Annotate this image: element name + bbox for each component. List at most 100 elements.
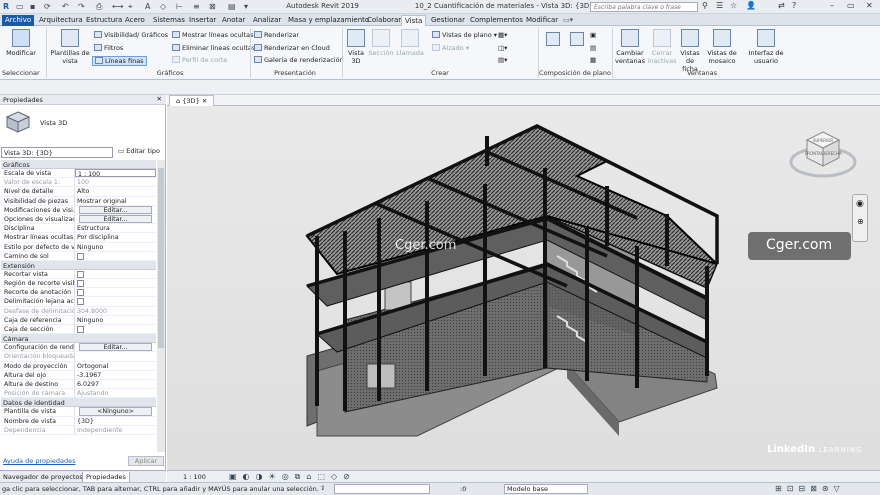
property-value[interactable]: Ninguno — [75, 243, 156, 251]
section-button[interactable]: Sección — [368, 29, 394, 57]
titleblock-icon[interactable] — [568, 32, 586, 48]
user-interface-button[interactable]: Interfaz de usuario — [748, 29, 784, 65]
callout-button[interactable]: Llamada — [396, 29, 424, 57]
exchange-icon[interactable]: ⇄ — [778, 1, 785, 10]
property-section-header[interactable]: Datos de identidad — [1, 398, 156, 408]
3d-view-button[interactable]: Vista 3D — [344, 29, 368, 65]
property-value[interactable]: 6.0297 — [75, 380, 156, 388]
property-value[interactable]: Ortogonal — [75, 362, 156, 370]
property-checkbox[interactable] — [75, 288, 156, 297]
show-hidden-lines-button[interactable]: Mostrar líneas ocultas — [172, 31, 253, 39]
zoom-icon[interactable]: ⊕ — [857, 217, 864, 226]
design-option-dropdown[interactable]: Modelo base — [504, 484, 588, 494]
property-value[interactable]: Por disciplina — [75, 233, 156, 241]
checkbox-icon[interactable] — [77, 326, 84, 333]
sheet-tools-3-icon[interactable]: ▦ — [590, 56, 596, 64]
minimize-icon[interactable]: – — [830, 1, 834, 10]
property-section-header[interactable]: Extensión — [1, 260, 156, 270]
tab-project-browser[interactable]: Navegador de proyectos... — [0, 472, 92, 482]
edit-type-button[interactable]: ▭ Editar tipo — [118, 147, 164, 158]
sheet-tools-2-icon[interactable]: ▤ — [590, 44, 596, 52]
property-checkbox[interactable] — [75, 297, 156, 306]
scrollbar-thumb[interactable] — [158, 168, 164, 348]
property-value[interactable]: Alto — [75, 187, 156, 195]
user-icon[interactable]: 👤 — [746, 1, 756, 10]
property-value[interactable]: {3D} — [75, 417, 156, 425]
maximize-icon[interactable]: ▭ — [847, 1, 855, 10]
apply-button[interactable]: Aplicar — [128, 456, 164, 466]
tab-modificar[interactable]: Modificar — [523, 15, 561, 26]
sheet-icon[interactable] — [544, 32, 562, 48]
tab-gestionar[interactable]: Gestionar — [428, 15, 468, 26]
star-icon[interactable]: ☆ — [730, 1, 737, 10]
property-section-header[interactable]: Gráficos — [1, 160, 156, 169]
properties-help-link[interactable]: Ayuda de propiedades — [3, 457, 76, 465]
property-value[interactable]: -3.1967 — [75, 371, 156, 379]
property-edit-button[interactable]: Editar... — [79, 214, 152, 224]
property-value[interactable]: Ninguno — [75, 316, 156, 324]
property-edit-button[interactable]: <Ninguno> — [79, 407, 152, 416]
select-dropdown[interactable]: Seleccionar — [2, 69, 46, 77]
tab-analizar[interactable]: Analizar — [250, 15, 284, 26]
close-icon[interactable]: ✕ — [866, 1, 873, 10]
help-icon[interactable]: ? — [792, 1, 796, 10]
tab-insertar[interactable]: Insertar — [186, 15, 219, 26]
visibility-graphics-button[interactable]: Visibilidad/ Gráficos — [94, 31, 168, 39]
filters-button[interactable]: Filtros — [94, 44, 123, 52]
instance-filter-dropdown[interactable]: Vista 3D: {3D} — [1, 147, 113, 158]
ribbon-toggle-icon[interactable]: ▭▾ — [560, 15, 576, 26]
search-input[interactable]: Escriba palabra clave o frase — [590, 2, 698, 12]
tab-masa-emplazamiento[interactable]: Masa y emplazamiento — [285, 15, 372, 26]
navigation-bar[interactable]: ◉ ⊕ — [852, 194, 868, 242]
close-icon[interactable]: ✕ — [157, 95, 162, 103]
render-button[interactable]: Renderizar — [254, 31, 299, 39]
checkbox-icon[interactable] — [77, 270, 84, 278]
schedule-icon[interactable]: ▦▾ — [498, 31, 507, 39]
view-templates-button[interactable]: Plantillas de vista — [50, 29, 90, 65]
legend-icon[interactable]: ▤▾ — [498, 56, 507, 64]
plan-views-button[interactable]: Vistas de plano ▾ — [432, 31, 497, 39]
property-value[interactable]: Mostrar original — [75, 197, 156, 205]
tab-sistemas[interactable]: Sistemas — [150, 15, 188, 26]
render-gallery-button[interactable]: Galería de renderización — [254, 56, 344, 64]
modify-button[interactable]: Modificar — [4, 29, 38, 57]
tab-complementos[interactable]: Complementos — [467, 15, 526, 26]
tab-estructura[interactable]: Estructura — [83, 15, 125, 26]
tile-views-button[interactable]: Vistas de mosaico — [703, 29, 741, 65]
view-cube[interactable]: SUPERIOR FRONTAL DERECHA — [789, 126, 857, 186]
property-edit-button[interactable]: Editar... — [79, 205, 152, 214]
remove-hidden-lines-button[interactable]: Eliminar líneas ocultas — [172, 44, 255, 52]
checkbox-icon[interactable] — [77, 252, 84, 260]
property-value[interactable]: Estructura — [75, 224, 156, 232]
close-inactive-button[interactable]: Cerrar inactivas — [646, 29, 678, 65]
property-checkbox[interactable] — [75, 252, 156, 260]
selection-filter-icons[interactable]: ⊞⊡⊟⊠⊛▽ — [775, 484, 845, 493]
elevation-button[interactable]: Alzado ▾ — [432, 44, 469, 52]
property-checkbox[interactable] — [75, 270, 156, 278]
property-section-header[interactable]: Cámara — [1, 334, 156, 344]
view-control-icons[interactable]: ▣◐◑☀◎⧉⌂⬚◇⊘ — [229, 472, 356, 482]
cut-profile-button[interactable]: Perfil de corte — [172, 56, 227, 64]
property-edit-button[interactable]: Editar... — [79, 343, 152, 352]
switch-windows-button[interactable]: Cambiar ventanas — [614, 29, 646, 65]
properties-scrollbar[interactable] — [157, 160, 165, 452]
steering-wheel-icon[interactable]: ◉ — [856, 199, 864, 209]
render-cloud-button[interactable]: Renderizar en Cloud — [254, 44, 330, 52]
thin-lines-button[interactable]: Líneas finas — [92, 56, 147, 66]
sheet-tools-1-icon[interactable]: ▣ — [590, 31, 596, 39]
close-icon[interactable]: ✕ — [202, 97, 207, 105]
view-scale[interactable]: 1 : 100 — [183, 473, 206, 481]
checkbox-icon[interactable] — [77, 289, 84, 297]
workset-dropdown[interactable] — [334, 484, 430, 494]
tab-colaborar[interactable]: Colaborar — [364, 15, 404, 26]
checkbox-icon[interactable] — [77, 280, 84, 288]
tab-vista[interactable]: Vista — [401, 15, 427, 26]
property-checkbox[interactable] — [75, 325, 156, 333]
view-tab-3d[interactable]: ⌂ {3D} ✕ — [169, 95, 215, 106]
worksets-icon[interactable]: ⇪ — [320, 484, 325, 492]
checkbox-icon[interactable] — [77, 298, 84, 306]
tab-anotar[interactable]: Anotar — [219, 15, 248, 26]
property-checkbox[interactable] — [75, 279, 156, 288]
search-icon[interactable]: ⚲ — [702, 1, 708, 10]
type-selector[interactable]: Vista 3D — [2, 107, 164, 137]
